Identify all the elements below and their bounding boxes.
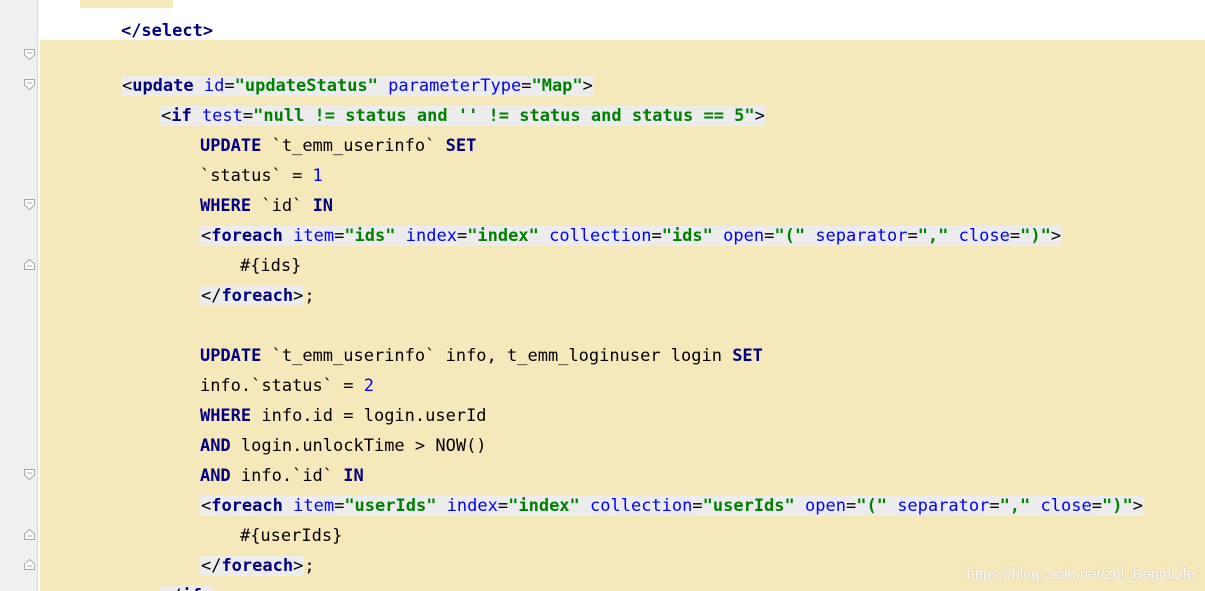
fold-end-icon[interactable] [24,259,35,270]
code-line-4[interactable]: `status` = 1 [159,131,323,186]
tag-name: foreach [221,556,294,576]
attr-value: "userIds" [344,496,437,516]
code-line-14[interactable]: AND info.`id` IN [159,431,364,486]
sql-text: ; [304,556,315,576]
code-line-13[interactable]: AND login.unlockTime > NOW() [159,401,487,456]
attr-name: collection [590,496,693,516]
code-line-18[interactable]: </if> [119,551,214,591]
tag-name: foreach [221,286,294,306]
tag-bracket: > [1050,226,1062,246]
code-line-3[interactable]: UPDATE `t_emm_userinfo` SET [159,101,476,156]
tag-bracket: </ [161,586,181,591]
attr-value: "userIds" [702,496,795,516]
attr-name: index [446,496,498,516]
code-line-10[interactable]: UPDATE `t_emm_userinfo` info, t_emm_logi… [159,311,763,366]
sql-text: ; [304,286,315,306]
sql-keyword: SET [445,136,477,156]
attr-eq: = [692,496,703,516]
foreach-close-tag[interactable]: </foreach> [199,286,305,306]
code-editor[interactable]: </select> <update id="updateStatus" para… [0,0,1205,591]
code-line-partial[interactable]: </select> [80,0,213,41]
attr-eq: = [651,226,662,246]
attr-value: "(" [774,226,806,246]
sql-keyword: SET [732,346,763,366]
code-line-7[interactable]: #{ids} [199,221,301,276]
attr-eq: = [497,496,509,516]
attr-value: "index" [508,496,580,516]
fold-collapse-icon[interactable] [24,469,35,480]
attr-eq: = [334,226,345,246]
attr-name: close [1040,496,1092,516]
code-line-15[interactable]: <foreach item="userIds" index="index" co… [159,461,1144,516]
attr-eq: = [764,226,775,246]
tag-name: if [181,586,201,591]
attr-name: separator [897,496,990,516]
fold-end-icon[interactable] [24,529,35,540]
attr-value: "ids" [344,226,396,246]
attr-name: separator [815,226,908,246]
attr-eq: = [1009,226,1021,246]
tag-bracket: </ [200,286,222,306]
attr-eq: = [1091,496,1102,516]
watermark: https://blog.csdn.net/zhl_BeginLife [966,566,1196,583]
tag-bracket: > [202,586,212,591]
code-line-6[interactable]: <foreach item="ids" index="index" collec… [159,191,1063,246]
attr-eq: = [989,496,1000,516]
partial-select-close-tag: </select> [120,21,214,41]
attr-value: ")" [1020,226,1051,246]
attr-value: ")" [1101,496,1133,516]
attr-name: collection [549,226,652,246]
code-line-5[interactable]: WHERE `id` IN [159,161,333,216]
code-line-8[interactable]: </foreach>; [159,251,315,306]
if-close-tag[interactable]: </if> [159,586,214,591]
attr-value: "," [999,496,1031,516]
code-line-9[interactable] [159,281,200,311]
code-line-16[interactable]: #{userIds} [199,491,342,546]
fold-end-icon[interactable] [24,559,35,570]
fold-collapse-icon[interactable] [24,199,35,210]
foreach-open-tag[interactable]: <foreach item="ids" index="index" collec… [199,226,1063,246]
tag-bracket: > [754,106,765,126]
code-line-11[interactable]: info.`status` = 2 [159,341,374,396]
code-line-1[interactable]: <update id="updateStatus" parameterType=… [80,41,594,96]
attr-eq: = [456,226,468,246]
attr-name: close [958,226,1010,246]
attr-name: open [723,226,765,246]
foreach-close-tag[interactable]: </foreach> [199,556,305,576]
code-line-17[interactable]: </foreach>; [159,521,315,576]
attr-eq: = [845,496,857,516]
fold-collapse-icon[interactable] [24,49,35,60]
attr-name: index [405,226,457,246]
attr-name: open [805,496,846,516]
attr-value: "(" [856,496,887,516]
attr-eq: = [907,226,918,246]
attr-value: "," [917,226,949,246]
tag-bracket: > [293,286,304,306]
attr-value: "ids" [661,226,713,246]
fold-collapse-icon[interactable] [24,79,35,90]
tag-bracket: > [1132,496,1143,516]
attr-value: "index" [467,226,539,246]
code-line-12[interactable]: WHERE info.id = login.userId [159,371,487,426]
tag-bracket: > [293,556,304,576]
code-line-2[interactable]: <if test="null != status and '' != statu… [119,71,766,126]
